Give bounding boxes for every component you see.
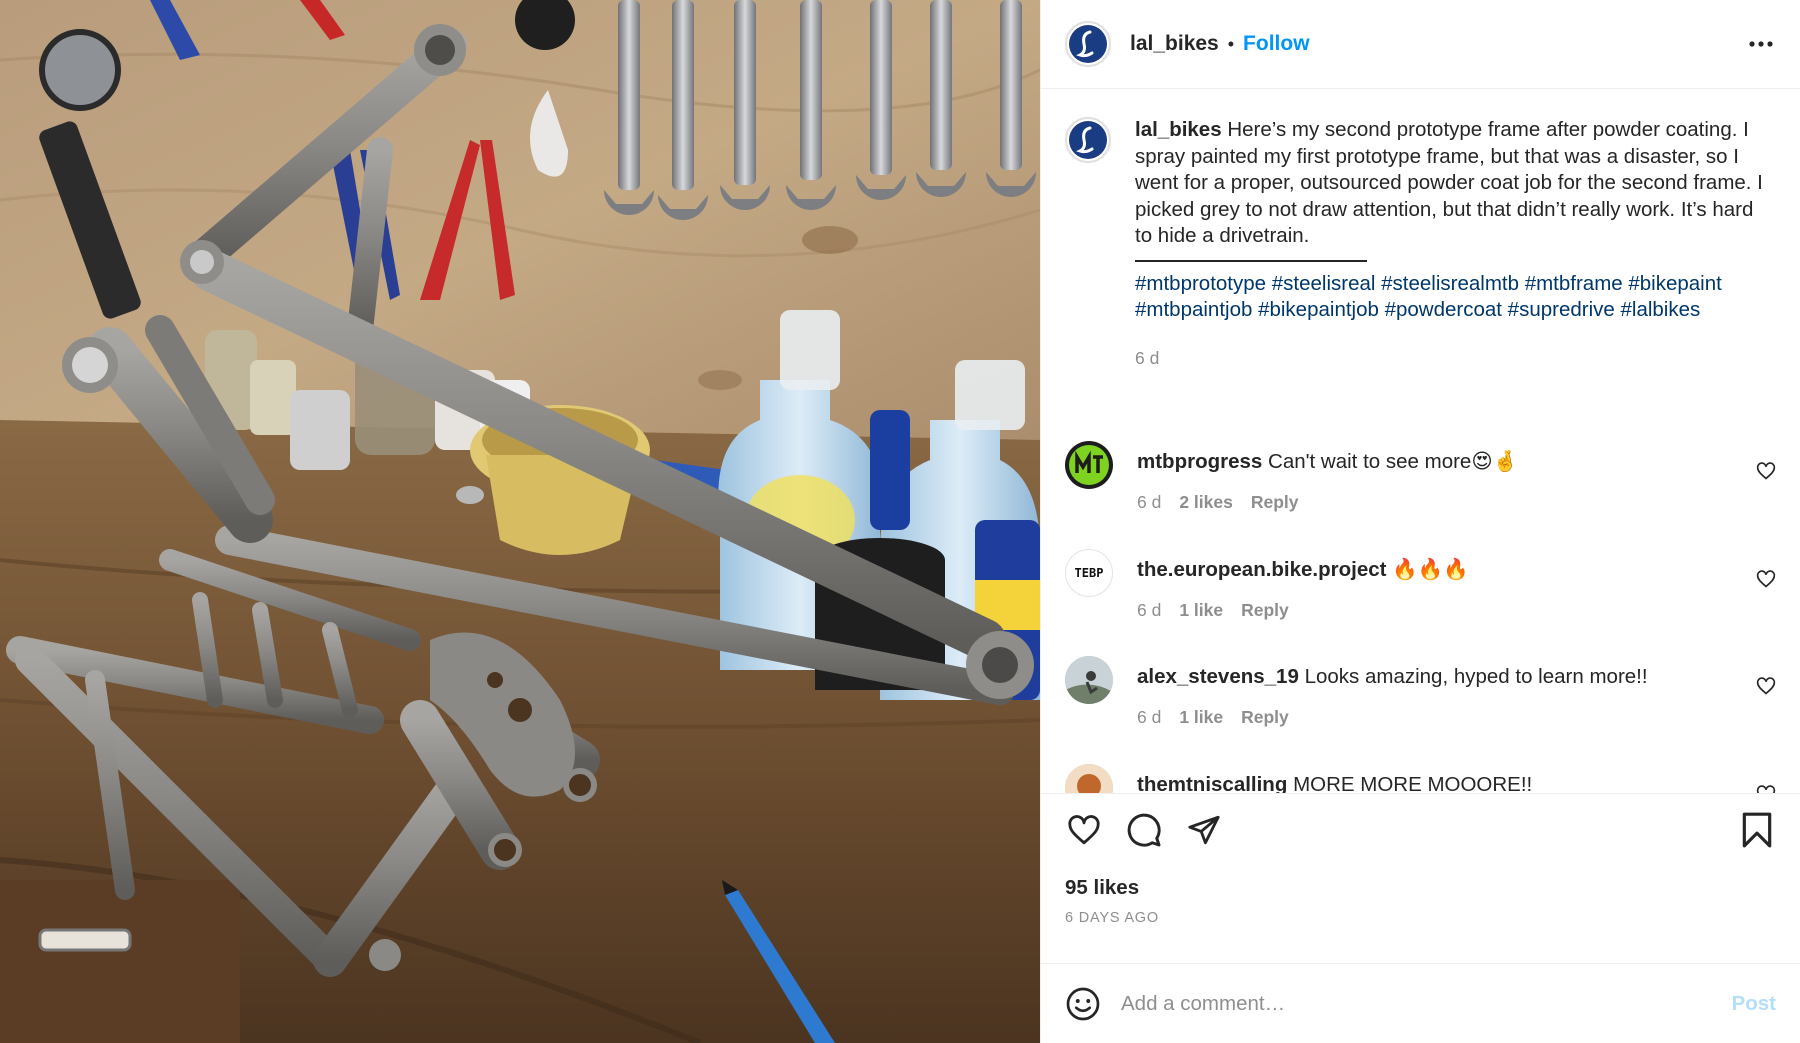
author-username[interactable]: lal_bikes <box>1130 32 1219 56</box>
comment-likes[interactable]: 1 like <box>1179 707 1223 728</box>
mtb-logo-icon <box>1069 445 1109 485</box>
post-side-panel: lal_bikes • Follow lal_bikes Here’s my s… <box>1040 0 1800 1043</box>
comment-like-heart-icon[interactable] <box>1756 461 1776 481</box>
comment-text: 🔥🔥🔥 <box>1392 558 1469 581</box>
caption-author-avatar[interactable] <box>1065 117 1111 163</box>
workshop-bike-frame-image <box>0 0 1040 1043</box>
comment-item: mtbprogress Can't wait to see more😍🤞 6 d… <box>1041 441 1800 513</box>
caption-text-block: lal_bikes Here’s my second prototype fra… <box>1135 117 1776 250</box>
comment-text-block: mtbprogress Can't wait to see more😍🤞 <box>1137 441 1776 476</box>
author-avatar[interactable] <box>1065 21 1111 67</box>
brand-logo-icon <box>1069 121 1107 159</box>
comment-meta: 6 d 2 likes Reply <box>1137 492 1776 513</box>
likes-count[interactable]: 95 likes <box>1065 876 1776 900</box>
comment-time[interactable]: 6 d <box>1137 600 1161 621</box>
post-comment-button[interactable]: Post <box>1732 992 1776 1016</box>
heart-icon[interactable] <box>1065 811 1103 849</box>
comment-item: themtniscalling MORE MORE MOOORE!! <box>1041 764 1800 793</box>
comment-likes[interactable]: 1 like <box>1179 600 1223 621</box>
profile-photo-icon <box>1065 764 1113 793</box>
more-options-icon[interactable] <box>1746 29 1776 59</box>
add-comment-bar: Post <box>1041 963 1800 1043</box>
emoji-icon[interactable] <box>1065 986 1101 1022</box>
comment-body: alex_stevens_19 Looks amazing, hyped to … <box>1137 656 1776 728</box>
comment-meta: 6 d 1 like Reply <box>1137 600 1776 621</box>
post-photo[interactable] <box>0 0 1040 1043</box>
comment-username[interactable]: alex_stevens_19 <box>1137 665 1299 688</box>
comment-item: TEBP the.european.bike.project 🔥🔥🔥 6 d 1… <box>1041 549 1800 621</box>
caption-username[interactable]: lal_bikes <box>1135 118 1222 141</box>
post-actions: 95 likes 6 DAYS AGO <box>1041 793 1800 963</box>
comment-text: Looks amazing, hyped to learn more!! <box>1304 665 1648 688</box>
comment-time[interactable]: 6 d <box>1137 492 1161 513</box>
caption-meta: 6 d <box>1135 348 1776 369</box>
comment-text: Can't wait to see more😍🤞 <box>1268 450 1519 473</box>
reply-button[interactable]: Reply <box>1241 600 1289 621</box>
comment-icon[interactable] <box>1125 811 1163 849</box>
commenter-avatar[interactable] <box>1065 656 1113 704</box>
caption-time[interactable]: 6 d <box>1135 348 1159 369</box>
header-separator: • <box>1227 33 1235 54</box>
caption-divider <box>1135 259 1367 262</box>
commenter-avatar[interactable] <box>1065 441 1113 489</box>
caption-text: Here’s my second prototype frame after p… <box>1135 118 1763 247</box>
comment-text-block: themtniscalling MORE MORE MOOORE!! <box>1137 764 1776 793</box>
instagram-post: lal_bikes • Follow lal_bikes Here’s my s… <box>0 0 1800 1043</box>
post-date[interactable]: 6 DAYS AGO <box>1065 910 1776 926</box>
comment-time[interactable]: 6 d <box>1137 707 1161 728</box>
tebp-avatar-text: TEBP <box>1074 566 1104 580</box>
bookmark-icon[interactable] <box>1738 811 1776 849</box>
caption-item: lal_bikes Here’s my second prototype fra… <box>1041 117 1800 369</box>
comment-input[interactable] <box>1119 990 1732 1017</box>
brand-logo-icon <box>1069 25 1107 63</box>
comment-text: MORE MORE MOOORE!! <box>1293 773 1533 793</box>
post-header: lal_bikes • Follow <box>1041 0 1800 89</box>
comment-body: themtniscalling MORE MORE MOOORE!! <box>1137 764 1776 793</box>
comment-username[interactable]: themtniscalling <box>1137 773 1287 793</box>
comment-username[interactable]: the.european.bike.project <box>1137 558 1386 581</box>
caption-hashtags[interactable]: #mtbprototype #steelisreal #steelisrealm… <box>1135 271 1776 324</box>
comments-list[interactable]: lal_bikes Here’s my second prototype fra… <box>1041 89 1800 793</box>
comment-body: the.european.bike.project 🔥🔥🔥 6 d 1 like… <box>1137 549 1776 621</box>
commenter-avatar[interactable] <box>1065 764 1113 793</box>
reply-button[interactable]: Reply <box>1241 707 1289 728</box>
commenter-avatar[interactable]: TEBP <box>1065 549 1113 597</box>
comment-like-heart-icon[interactable] <box>1756 569 1776 589</box>
comment-body: mtbprogress Can't wait to see more😍🤞 6 d… <box>1137 441 1776 513</box>
caption-body: lal_bikes Here’s my second prototype fra… <box>1135 117 1776 369</box>
comment-like-heart-icon[interactable] <box>1756 676 1776 696</box>
reply-button[interactable]: Reply <box>1251 492 1299 513</box>
follow-button[interactable]: Follow <box>1243 32 1310 56</box>
comment-text-block: alex_stevens_19 Looks amazing, hyped to … <box>1137 656 1776 691</box>
comment-username[interactable]: mtbprogress <box>1137 450 1262 473</box>
comment-like-heart-icon[interactable] <box>1756 784 1776 793</box>
comment-meta: 6 d 1 like Reply <box>1137 707 1776 728</box>
rider-photo-icon <box>1065 656 1113 704</box>
share-icon[interactable] <box>1185 811 1223 849</box>
comment-item: alex_stevens_19 Looks amazing, hyped to … <box>1041 656 1800 728</box>
comment-likes[interactable]: 2 likes <box>1179 492 1233 513</box>
action-icons <box>1065 812 1776 848</box>
comment-text-block: the.european.bike.project 🔥🔥🔥 <box>1137 549 1776 584</box>
